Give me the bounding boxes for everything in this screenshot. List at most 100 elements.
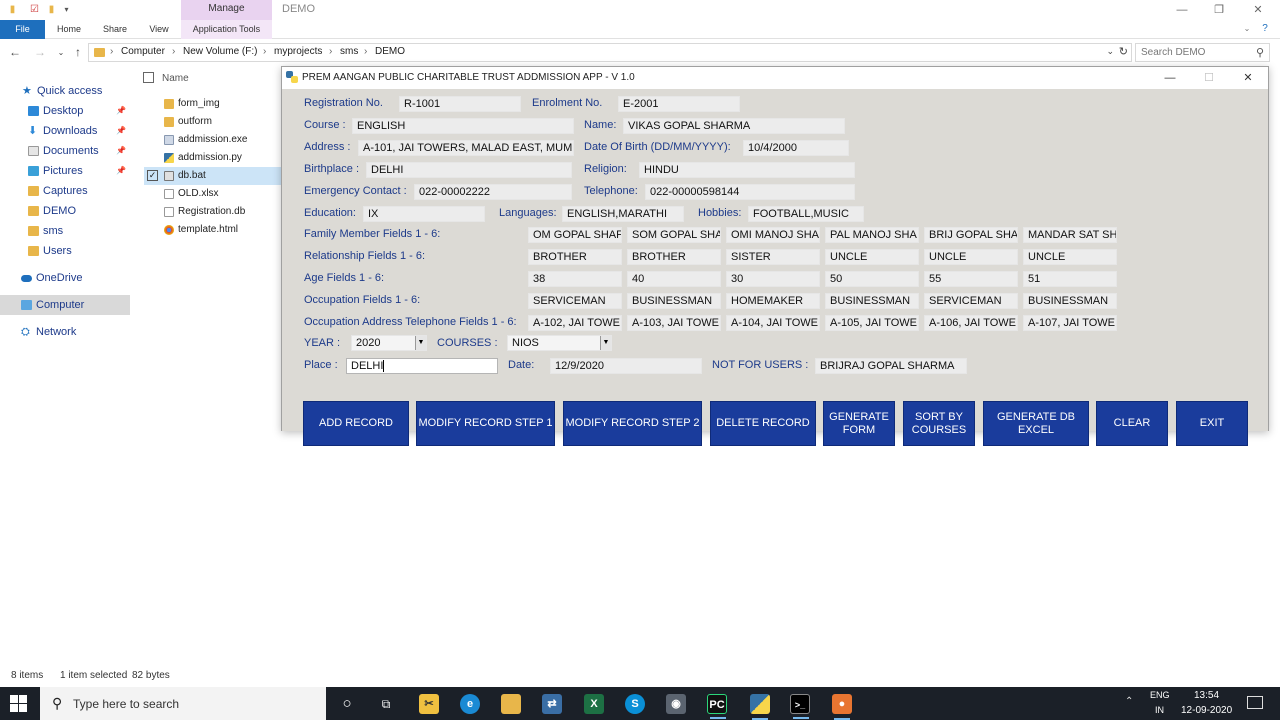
clock-time[interactable]: 13:54 (1194, 690, 1219, 701)
breadcrumb-myprojects[interactable]: myprojects (274, 46, 322, 57)
telephone-field[interactable]: 022-00000598144 (645, 184, 855, 200)
family-member-field-5[interactable]: BRIJ GOPAL SHA (924, 227, 1018, 243)
course-field[interactable]: ENGLISH (352, 118, 574, 134)
nav-desktop[interactable]: Desktop 📌 (0, 101, 130, 121)
network-settings-icon[interactable]: ⇄ (542, 694, 562, 714)
enrolment-field[interactable]: E-2001 (618, 96, 740, 112)
file-item[interactable]: addmission.exe (144, 131, 283, 149)
file-item[interactable]: Registration.db (144, 203, 283, 221)
age-field-6[interactable]: 51 (1023, 271, 1117, 287)
file-item-selected[interactable]: ✓ db.bat (144, 167, 283, 185)
breadcrumb-computer[interactable]: Computer (121, 46, 165, 57)
nav-downloads[interactable]: ⬇ Downloads 📌 (0, 121, 130, 141)
modify-record-step1-button[interactable]: MODIFY RECORD STEP 1 (416, 401, 555, 446)
chevron-right-icon[interactable]: › (172, 46, 175, 57)
pycharm-icon[interactable]: PC (707, 694, 727, 719)
relationship-field-6[interactable]: UNCLE (1023, 249, 1117, 265)
generate-form-button[interactable]: GENERATE FORM (823, 401, 895, 446)
nav-captures[interactable]: Captures (0, 181, 130, 201)
clock-date[interactable]: 12-09-2020 (1181, 705, 1232, 716)
notification-icon[interactable] (1247, 696, 1263, 709)
nav-users[interactable]: Users (0, 241, 130, 261)
file-explorer-icon[interactable] (501, 694, 521, 714)
occupation-address-field-6[interactable]: A-107, JAI TOWEI (1023, 315, 1117, 331)
age-field-1[interactable]: 38 (528, 271, 622, 287)
relationship-field-3[interactable]: SISTER (726, 249, 820, 265)
family-member-field-3[interactable]: OMI MANOJ SHAI (726, 227, 820, 243)
pin-icon[interactable]: 📌 (116, 101, 126, 121)
file-item[interactable]: addmission.py (144, 149, 283, 167)
age-field-3[interactable]: 30 (726, 271, 820, 287)
skype-icon[interactable]: S (625, 694, 645, 714)
python-icon[interactable] (750, 694, 770, 720)
cortana-icon[interactable]: ○ (337, 694, 357, 714)
nav-sms[interactable]: sms (0, 221, 130, 241)
nav-computer[interactable]: Computer (0, 295, 130, 315)
windows-start-icon[interactable] (10, 695, 27, 712)
close-icon[interactable]: ✕ (1243, 2, 1273, 18)
close-icon[interactable]: ✕ (1234, 70, 1262, 86)
relationship-field-1[interactable]: BROTHER (528, 249, 622, 265)
chevron-right-icon[interactable]: › (263, 46, 266, 57)
languages-field[interactable]: ENGLISH,MARATHI (562, 206, 684, 222)
registration-field[interactable]: R-1001 (399, 96, 521, 112)
properties-icon[interactable]: ☑ (28, 3, 41, 16)
snipping-tool-icon[interactable]: ✂ (419, 694, 439, 714)
chevron-down-icon[interactable]: ▼ (415, 336, 426, 350)
breadcrumb-demo[interactable]: DEMO (375, 46, 405, 57)
age-field-4[interactable]: 50 (825, 271, 919, 287)
year-select[interactable]: 2020 ▼ (351, 335, 427, 351)
generate-db-excel-button[interactable]: GENERATE DB EXCEL (983, 401, 1089, 446)
religion-field[interactable]: HINDU (639, 162, 855, 178)
pin-icon[interactable]: 📌 (116, 141, 126, 161)
occupation-address-field-3[interactable]: A-104, JAI TOWEI (726, 315, 820, 331)
nav-network[interactable]: ⛭ Network (0, 322, 130, 342)
region-indicator[interactable]: IN (1155, 705, 1164, 715)
address-field[interactable]: A-101, JAI TOWERS, MALAD EAST, MUMI (358, 140, 574, 156)
nav-quick-access[interactable]: ★ Quick access (0, 81, 130, 101)
new-folder-icon[interactable]: ▮ (45, 3, 58, 16)
chevron-up-icon[interactable]: ⌃ (1125, 696, 1133, 707)
recent-locations-icon[interactable]: ⌄ (53, 45, 69, 60)
family-member-field-6[interactable]: MANDAR SAT SH (1023, 227, 1117, 243)
nav-documents[interactable]: Documents 📌 (0, 141, 130, 161)
pin-icon[interactable]: 📌 (116, 121, 126, 141)
back-arrow-icon[interactable]: ← (7, 45, 23, 60)
screen-recorder-icon[interactable]: ● (832, 694, 852, 720)
edge-icon[interactable]: e (460, 694, 480, 714)
search-input[interactable]: Search DEMO ⚲ (1135, 43, 1270, 62)
refresh-icon[interactable]: ↻ (1119, 45, 1128, 58)
customize-toolbar-icon[interactable]: ▾ (60, 3, 73, 16)
file-item[interactable]: outform (144, 113, 283, 131)
chevron-right-icon[interactable]: › (329, 46, 332, 57)
relationship-field-4[interactable]: UNCLE (825, 249, 919, 265)
occupation-field-1[interactable]: SERVICEMAN (528, 293, 622, 309)
maximize-icon[interactable]: ☐ (1195, 70, 1223, 86)
occupation-field-3[interactable]: HOMEMAKER (726, 293, 820, 309)
name-field[interactable]: VIKAS GOPAL SHARMA (623, 118, 845, 134)
courses-select[interactable]: NIOS ▼ (507, 335, 612, 351)
date-field[interactable]: 12/9/2020 (550, 358, 702, 374)
nav-demo[interactable]: DEMO (0, 201, 130, 221)
help-icon[interactable]: ? (1258, 20, 1272, 39)
breadcrumb-sms[interactable]: sms (340, 46, 358, 57)
family-member-field-4[interactable]: PAL MANOJ SHA (825, 227, 919, 243)
occupation-field-6[interactable]: BUSINESSMAN (1023, 293, 1117, 309)
occupation-field-5[interactable]: SERVICEMAN (924, 293, 1018, 309)
not-for-users-field[interactable]: BRIJRAJ GOPAL SHARMA (815, 358, 967, 374)
sort-by-courses-button[interactable]: SORT BY COURSES (903, 401, 975, 446)
checkbox-checked-icon[interactable]: ✓ (147, 170, 158, 181)
delete-record-button[interactable]: DELETE RECORD (710, 401, 816, 446)
hobbies-field[interactable]: FOOTBALL,MUSIC (748, 206, 864, 222)
family-member-field-1[interactable]: OM GOPAL SHAF (528, 227, 622, 243)
chevron-right-icon[interactable]: › (364, 46, 367, 57)
maximize-icon[interactable]: ❐ (1204, 2, 1234, 18)
language-indicator[interactable]: ENG (1150, 690, 1170, 700)
forward-arrow-icon[interactable]: → (32, 45, 48, 60)
add-record-button[interactable]: ADD RECORD (303, 401, 409, 446)
age-field-5[interactable]: 55 (924, 271, 1018, 287)
file-item[interactable]: template.html (144, 221, 283, 239)
minimize-icon[interactable]: — (1167, 2, 1197, 18)
select-all-checkbox[interactable] (143, 72, 154, 83)
education-field[interactable]: IX (363, 206, 485, 222)
